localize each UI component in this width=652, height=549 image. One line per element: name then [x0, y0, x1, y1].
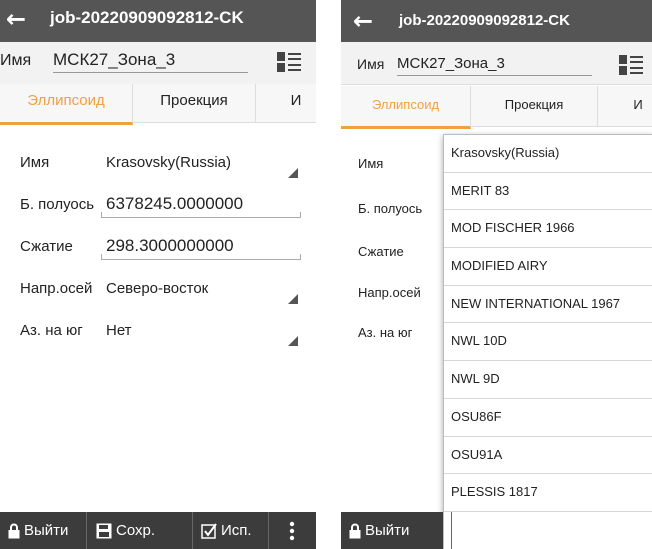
- more-button[interactable]: [268, 512, 316, 549]
- dropdown-arrow-icon[interactable]: [288, 168, 298, 178]
- dropdown-option[interactable]: NEW INTERNATIONAL 1967: [444, 286, 652, 324]
- dropdown-option[interactable]: NWL 9D: [444, 361, 652, 399]
- title-bar: ← job-20220909092812-CK: [341, 0, 652, 42]
- tab-strip: Эллипсоид Проекция И: [341, 86, 652, 129]
- ellipsoid-name-label: Имя: [358, 156, 384, 171]
- flattening-input[interactable]: 298.3000000000: [106, 236, 234, 256]
- name-bar: Имя МСК27_Зона_3: [0, 42, 316, 85]
- job-title: job-20220909092812-CK: [399, 12, 570, 29]
- ellipsoid-dropdown-list[interactable]: Krasovsky(Russia) MERIT 83 MOD FISCHER 1…: [443, 134, 652, 549]
- dropdown-option[interactable]: OSU91A: [444, 437, 652, 475]
- use-label: Исп.: [221, 522, 252, 539]
- name-label: Имя: [0, 52, 32, 69]
- name-input[interactable]: МСК27_Зона_3: [53, 50, 248, 73]
- save-button[interactable]: Сохр.: [87, 512, 193, 549]
- title-bar: ← job-20220909092812-CK: [0, 0, 316, 42]
- dropdown-option[interactable]: Krasovsky(Russia): [444, 135, 652, 173]
- more-vert-icon: [289, 521, 295, 541]
- list-icon[interactable]: [618, 53, 644, 77]
- ellipsoid-name-select[interactable]: Krasovsky(Russia): [106, 154, 231, 171]
- dropdown-option[interactable]: OSU86F: [444, 399, 652, 437]
- bottom-toolbar: Выйти: [341, 512, 452, 549]
- tab-strip: Эллипсоид Проекция И: [0, 84, 316, 125]
- list-icon[interactable]: [276, 50, 302, 74]
- exit-label: Выйти: [24, 522, 69, 539]
- dropdown-option[interactable]: NWL 10D: [444, 323, 652, 362]
- azimuth-south-label: Аз. на юг: [358, 325, 413, 340]
- dropdown-option[interactable]: MODIFIED AIRY: [444, 248, 652, 286]
- dropdown-option[interactable]: MOD FISCHER 1966: [444, 210, 652, 249]
- job-title: job-20220909092812-CK: [50, 8, 244, 27]
- flattening-label: Сжатие: [358, 244, 404, 259]
- exit-label: Выйти: [365, 522, 410, 539]
- dropdown-option[interactable]: MERIT 83: [444, 173, 652, 211]
- dropdown-option[interactable]: PLESSIS 1817: [444, 474, 652, 512]
- lock-icon: [8, 523, 20, 539]
- tab-projection[interactable]: Проекция: [133, 84, 256, 122]
- semi-major-axis-underline: [101, 212, 301, 218]
- checkbox-icon: [201, 523, 217, 539]
- bottom-toolbar: Выйти Сохр. Исп.: [0, 512, 316, 549]
- right-screen: ← job-20220909092812-CK Имя МСК27_Зона_3…: [341, 0, 652, 549]
- axis-direction-label: Напр.осей: [20, 280, 93, 297]
- azimuth-south-select[interactable]: Нет: [106, 322, 132, 339]
- flattening-underline: [101, 254, 301, 260]
- use-button[interactable]: Исп.: [193, 512, 269, 549]
- back-arrow-icon[interactable]: ←: [6, 4, 26, 34]
- semi-major-axis-input[interactable]: 6378245.0000000: [106, 194, 243, 214]
- tab-ellipsoid[interactable]: Эллипсоид: [0, 84, 133, 125]
- exit-button[interactable]: Выйти: [341, 512, 452, 549]
- axis-direction-label: Напр.осей: [358, 285, 421, 300]
- exit-button[interactable]: Выйти: [0, 512, 87, 549]
- semi-major-axis-label: Б. полуось: [358, 201, 423, 216]
- lock-icon: [349, 523, 361, 539]
- tab-more[interactable]: И: [598, 86, 652, 126]
- left-screen: ← job-20220909092812-CK Имя МСК27_Зона_3…: [0, 0, 316, 549]
- flattening-label: Сжатие: [20, 238, 73, 255]
- dropdown-arrow-icon[interactable]: [288, 294, 298, 304]
- tab-projection[interactable]: Проекция: [471, 86, 598, 126]
- tab-ellipsoid[interactable]: Эллипсоид: [341, 86, 471, 129]
- save-label: Сохр.: [116, 522, 156, 539]
- tab-more[interactable]: И: [256, 84, 316, 122]
- name-input[interactable]: МСК27_Зона_3: [397, 55, 592, 76]
- dropdown-arrow-icon[interactable]: [288, 336, 298, 346]
- name-label: Имя: [357, 56, 385, 72]
- name-bar: Имя МСК27_Зона_3: [341, 42, 652, 85]
- back-arrow-icon[interactable]: ←: [353, 6, 373, 36]
- axis-direction-select[interactable]: Северо-восток: [106, 280, 208, 297]
- ellipsoid-name-label: Имя: [20, 154, 50, 171]
- save-icon: [96, 523, 112, 539]
- azimuth-south-label: Аз. на юг: [20, 322, 83, 339]
- semi-major-axis-label: Б. полуось: [20, 196, 95, 213]
